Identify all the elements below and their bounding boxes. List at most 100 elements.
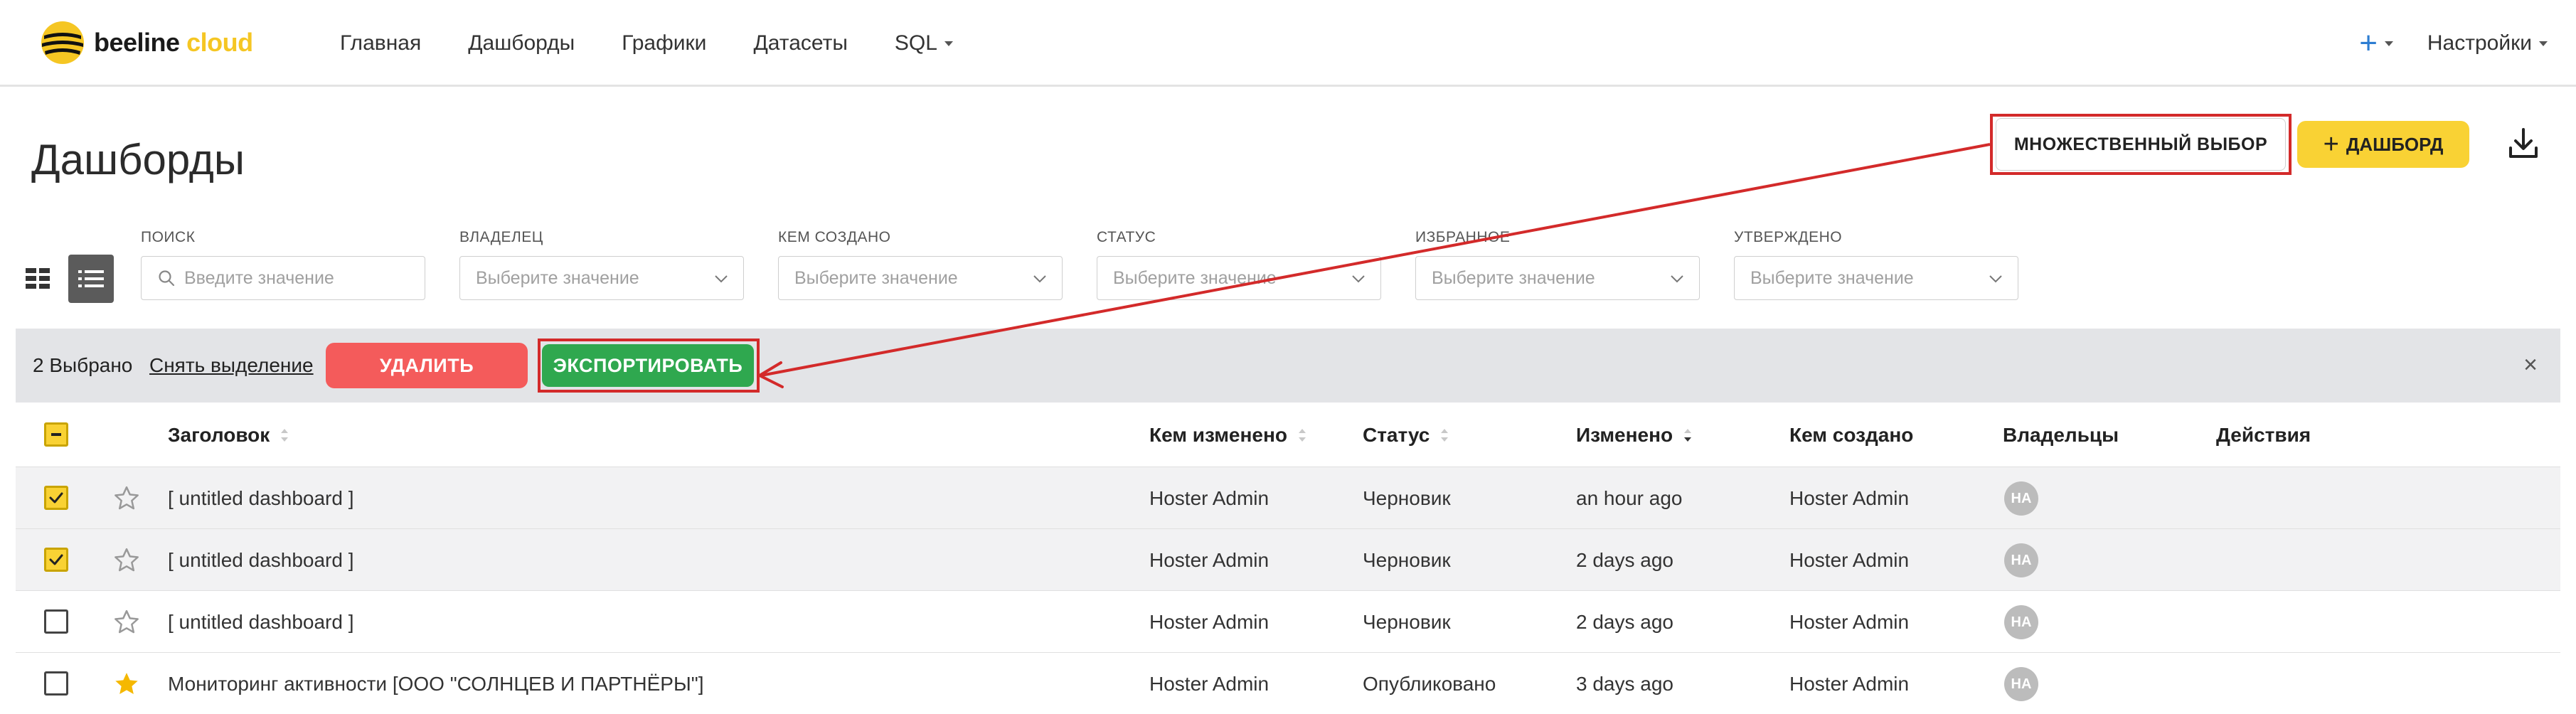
modified-cell: 3 days ago [1576, 673, 1673, 695]
chevron-down-icon [1671, 275, 1683, 283]
plus-icon: + [2359, 26, 2378, 60]
changed-by-cell: Hoster Admin [1149, 487, 1270, 509]
column-header-owners: Владельцы [2003, 424, 2119, 446]
selected-count: 2 Выбрано [33, 354, 133, 376]
nav-item-charts[interactable]: Графики [622, 31, 706, 55]
main-nav: Главная Дашборды Графики Датасеты SQL [340, 0, 1000, 87]
search-placeholder: Введите значение [184, 267, 334, 288]
add-dashboard-label: ДАШБОРД [2346, 133, 2444, 155]
avatar[interactable]: HA [2004, 543, 2038, 577]
filter-label: ПОИСК [141, 229, 196, 245]
created-by-cell: Hoster Admin [1789, 549, 1910, 571]
created-by-cell: Hoster Admin [1789, 611, 1910, 633]
beeline-logo-icon [41, 21, 84, 64]
column-header-modified[interactable]: Изменено [1576, 424, 1693, 447]
modified-cell: an hour ago [1576, 487, 1683, 509]
settings-menu[interactable]: Настройки [2427, 31, 2548, 55]
filter-approved: УТВЕРЖДЕНО Выберите значение [1734, 229, 2018, 300]
filter-favorite: ИЗБРАННОЕ Выберите значение [1415, 229, 1700, 300]
clear-selection-link[interactable]: Снять выделение [149, 354, 314, 377]
sort-icon [1299, 429, 1306, 442]
settings-label: Настройки [2427, 31, 2532, 55]
select-placeholder: Выберите значение [1113, 267, 1277, 288]
select-placeholder: Выберите значение [794, 267, 958, 288]
top-navigation-bar: beeline cloud Главная Дашборды Графики Д… [0, 0, 2576, 87]
list-view-button[interactable] [68, 255, 114, 303]
search-input[interactable]: Введите значение [141, 256, 425, 300]
select-placeholder: Выберите значение [476, 267, 639, 288]
column-header-status[interactable]: Статус [1363, 424, 1449, 447]
sort-desc-icon [1684, 429, 1692, 442]
table-row[interactable]: Мониторинг активности [ООО "СОЛНЦЕВ И ПА… [16, 652, 2560, 714]
chevron-down-icon [1352, 275, 1365, 283]
nav-item-dashboards[interactable]: Дашборды [468, 31, 575, 55]
changed-by-cell: Hoster Admin [1149, 673, 1270, 695]
brand-logo[interactable]: beeline cloud [40, 20, 253, 65]
list-view-icon [78, 270, 104, 287]
status-select[interactable]: Выберите значение [1097, 256, 1381, 300]
grid-view-icon[interactable] [24, 265, 53, 293]
chevron-down-icon [944, 41, 953, 46]
created-by-cell: Hoster Admin [1789, 487, 1910, 509]
filter-owner: ВЛАДЕЛЕЦ Выберите значение [459, 229, 744, 300]
filter-search: ПОИСК Введите значение [141, 229, 425, 300]
avatar[interactable]: HA [2004, 667, 2038, 701]
nav-item-datasets[interactable]: Датасеты [753, 31, 847, 55]
dashboard-title-link[interactable]: [ untitled dashboard ] [168, 611, 354, 634]
star-icon[interactable] [112, 608, 141, 636]
table-row[interactable]: [ untitled dashboard ] Hoster Admin Чернов… [16, 590, 2560, 652]
view-toggle [24, 255, 114, 303]
status-cell: Черновик [1363, 487, 1451, 509]
dashboard-title-link[interactable]: [ untitled dashboard ] [168, 549, 354, 572]
favorite-select[interactable]: Выберите значение [1415, 256, 1700, 300]
download-icon[interactable] [2502, 122, 2545, 165]
star-filled-icon[interactable] [112, 670, 141, 698]
changed-by-cell: Hoster Admin [1149, 549, 1270, 571]
chevron-down-icon [2384, 41, 2393, 46]
modified-cell: 2 days ago [1576, 611, 1673, 633]
select-all-checkbox[interactable] [44, 422, 68, 447]
nav-item-sql[interactable]: SQL [895, 31, 953, 55]
chevron-down-icon [2539, 41, 2548, 46]
multi-select-button[interactable]: МНОЖЕСТВЕННЫЙ ВЫБОР [1996, 118, 2286, 171]
column-header-actions: Действия [2216, 424, 2311, 446]
approved-select[interactable]: Выберите значение [1734, 256, 2018, 300]
dashboard-title-link[interactable]: [ untitled dashboard ] [168, 487, 354, 510]
top-right-controls: + Настройки [2359, 0, 2548, 87]
status-cell: Черновик [1363, 549, 1451, 571]
filter-label: УТВЕРЖДЕНО [1734, 229, 1843, 245]
new-item-menu-button[interactable]: + [2359, 28, 2393, 59]
brand-name: beeline cloud [94, 28, 253, 57]
delete-button[interactable]: УДАЛИТЬ [326, 343, 528, 388]
sort-icon [1441, 429, 1449, 442]
star-icon[interactable] [112, 484, 141, 513]
add-dashboard-button[interactable]: + ДАШБОРД [2297, 121, 2469, 168]
avatar[interactable]: HA [2004, 605, 2038, 639]
export-button[interactable]: ЭКСПОРТИРОВАТЬ [542, 344, 754, 387]
filter-label: КЕМ СОЗДАНО [778, 229, 891, 245]
nav-item-home[interactable]: Главная [340, 31, 421, 55]
status-cell: Опубликовано [1363, 673, 1496, 695]
column-header-created-by: Кем создано [1789, 424, 1914, 446]
filter-created-by: КЕМ СОЗДАНО Выберите значение [778, 229, 1063, 300]
table-row[interactable]: [ untitled dashboard ] Hoster Admin Чернов… [16, 528, 2560, 590]
row-checkbox[interactable] [44, 609, 68, 634]
column-header-title[interactable]: Заголовок [168, 424, 289, 447]
owner-select[interactable]: Выберите значение [459, 256, 744, 300]
row-checkbox[interactable] [44, 486, 68, 510]
chevron-down-icon [1989, 275, 2002, 283]
star-icon[interactable] [112, 546, 141, 575]
column-header-changed-by[interactable]: Кем изменено [1149, 424, 1307, 447]
table-row[interactable]: [ untitled dashboard ] Hoster Admin Чернов… [16, 467, 2560, 528]
row-checkbox[interactable] [44, 671, 68, 696]
chevron-down-icon [1033, 275, 1046, 283]
avatar[interactable]: HA [2004, 481, 2038, 516]
created-by-select[interactable]: Выберите значение [778, 256, 1063, 300]
filter-label: ВЛАДЕЛЕЦ [459, 229, 543, 245]
close-icon[interactable]: × [2523, 353, 2538, 377]
dashboard-title-link[interactable]: Мониторинг активности [ООО "СОЛНЦЕВ И ПА… [168, 673, 703, 696]
filter-label: ИЗБРАННОЕ [1415, 229, 1511, 245]
row-checkbox[interactable] [44, 548, 68, 572]
bulk-selection-bar: 2 Выбрано Снять выделение УДАЛИТЬ ЭКСПОР… [16, 329, 2560, 403]
table-header: Заголовок Кем изменено Статус Изменено К… [16, 405, 2560, 467]
